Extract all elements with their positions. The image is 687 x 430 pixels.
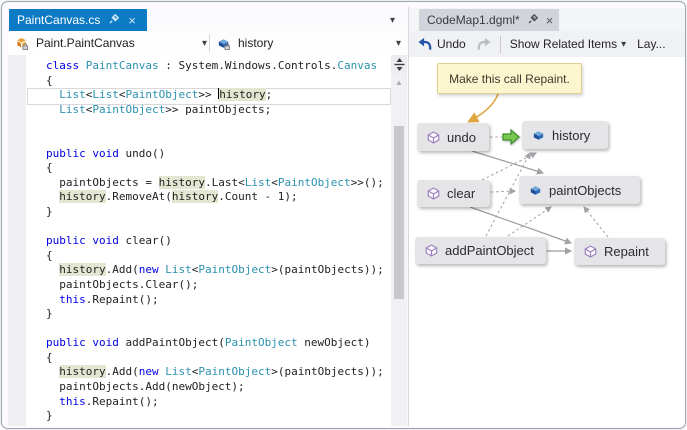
code-line: history.Add(new List<PaintObject>(paintO…: [59, 365, 384, 379]
map-node-label: history: [552, 127, 591, 143]
code-line: this.Repaint();: [59, 394, 159, 408]
map-node-addPaintObject[interactable]: addPaintObject: [415, 237, 546, 264]
map-node-label: clear: [447, 186, 476, 201]
type-dropdown[interactable]: Paint.PaintCanvas ▾: [14, 31, 209, 55]
code-line: {: [46, 73, 53, 87]
map-node-Repaint[interactable]: Repaint: [574, 238, 665, 265]
tab-codemap[interactable]: CodeMap1.dgml* ×: [419, 9, 559, 31]
field-icon: [530, 185, 541, 195]
split-window-handle[interactable]: [391, 55, 407, 73]
code-line: public void clear(): [46, 234, 172, 248]
map-comment[interactable]: Make this call Repaint.: [437, 63, 582, 94]
toolbar-separator: [499, 35, 501, 53]
chevron-down-icon: ▾: [396, 37, 402, 49]
method-icon: [425, 244, 438, 257]
map-node-paintObjects[interactable]: paintObjects: [519, 176, 640, 204]
undo-arrow-icon: [418, 37, 432, 50]
scrollbar-thumb[interactable]: [394, 126, 404, 299]
code-line: {: [46, 350, 53, 364]
undo-label: Undo: [437, 37, 466, 51]
layout-label: Lay...: [637, 37, 666, 51]
code-line: paintObjects = history.Last<List<PaintOb…: [46, 175, 384, 189]
code-line: paintObjects.Add(newObject);: [46, 380, 245, 394]
field-icon: [533, 130, 544, 140]
code-line: paintObjects.Clear();: [46, 277, 199, 291]
redo-button[interactable]: [471, 33, 496, 55]
layout-button[interactable]: Lay...: [631, 33, 670, 55]
codemap-toolbar: Undo Show Related Items ▾ Lay...: [409, 31, 685, 58]
vs-window: PaintCanvas.cs × ▾ Paint.PaintCanvas ▾ h…: [1, 1, 686, 429]
close-icon[interactable]: ×: [128, 14, 136, 27]
tab-title: CodeMap1.dgml*: [427, 13, 520, 27]
code-line: {: [46, 161, 53, 175]
show-related-items-label: Show Related Items: [509, 37, 618, 51]
map-node-label: addPaintObject: [445, 243, 534, 258]
chevron-down-icon: ▾: [621, 38, 627, 50]
code-line: List<PaintObject>> paintObjects;: [59, 102, 272, 116]
field-icon: [218, 38, 230, 50]
code-line: }: [46, 409, 53, 423]
map-node-undo[interactable]: undo: [417, 123, 489, 151]
member-dropdown-value: history: [238, 36, 274, 50]
code-line: }: [46, 307, 53, 321]
tab-title: PaintCanvas.cs: [17, 13, 101, 27]
editor-navigation-bar: Paint.PaintCanvas ▾ history ▾: [8, 31, 407, 56]
map-comment-text: Make this call Repaint.: [449, 71, 570, 86]
tab-paintcanvas[interactable]: PaintCanvas.cs ×: [9, 9, 147, 31]
show-related-items-button[interactable]: Show Related Items ▾: [505, 33, 631, 55]
screenshot-stage: PaintCanvas.cs × ▾ Paint.PaintCanvas ▾ h…: [0, 0, 687, 430]
code-line: this.Repaint();: [59, 292, 159, 306]
method-icon: [584, 245, 597, 258]
redo-arrow-icon: [477, 37, 491, 50]
pin-icon[interactable]: [109, 13, 120, 27]
splitter-icon: [394, 57, 404, 71]
scrollbar-up-arrow[interactable]: ▲: [391, 77, 407, 89]
chevron-down-icon: ▾: [202, 37, 208, 49]
code-line: history.Add(new List<PaintObject>(paintO…: [59, 263, 384, 277]
map-node-label: undo: [447, 129, 476, 145]
map-node-label: paintObjects: [549, 182, 622, 198]
pin-icon[interactable]: [528, 13, 538, 27]
code-text[interactable]: class PaintCanvas : System.Windows.Contr…: [32, 59, 384, 424]
code-line: public void undo(): [46, 146, 166, 160]
close-icon[interactable]: ×: [546, 14, 554, 27]
navbar-divider: [209, 34, 210, 52]
editor-indicator-margin: [8, 55, 26, 426]
code-line: history.RemoveAt(history.Count - 1);: [59, 190, 298, 204]
code-line: class PaintCanvas : System.Windows.Contr…: [46, 59, 378, 72]
map-node-clear[interactable]: clear: [417, 180, 490, 207]
method-icon: [427, 187, 440, 200]
map-node-history[interactable]: history: [522, 121, 608, 149]
class-icon: [17, 37, 28, 50]
type-dropdown-value: Paint.PaintCanvas: [36, 36, 135, 50]
method-icon: [427, 130, 440, 144]
chevron-down-icon[interactable]: ▾: [390, 15, 395, 26]
undo-button[interactable]: Undo: [413, 33, 471, 55]
map-node-label: Repaint: [604, 244, 649, 259]
code-line: {: [46, 248, 53, 262]
code-editor[interactable]: class PaintCanvas : System.Windows.Contr…: [8, 55, 407, 426]
member-dropdown[interactable]: history ▾: [216, 31, 406, 55]
green-block-arrow-icon: [501, 127, 521, 147]
code-line: List<List<PaintObject>> history;: [59, 88, 273, 102]
code-line: public void addPaintObject(PaintObject n…: [46, 336, 371, 350]
code-line: }: [46, 204, 53, 218]
